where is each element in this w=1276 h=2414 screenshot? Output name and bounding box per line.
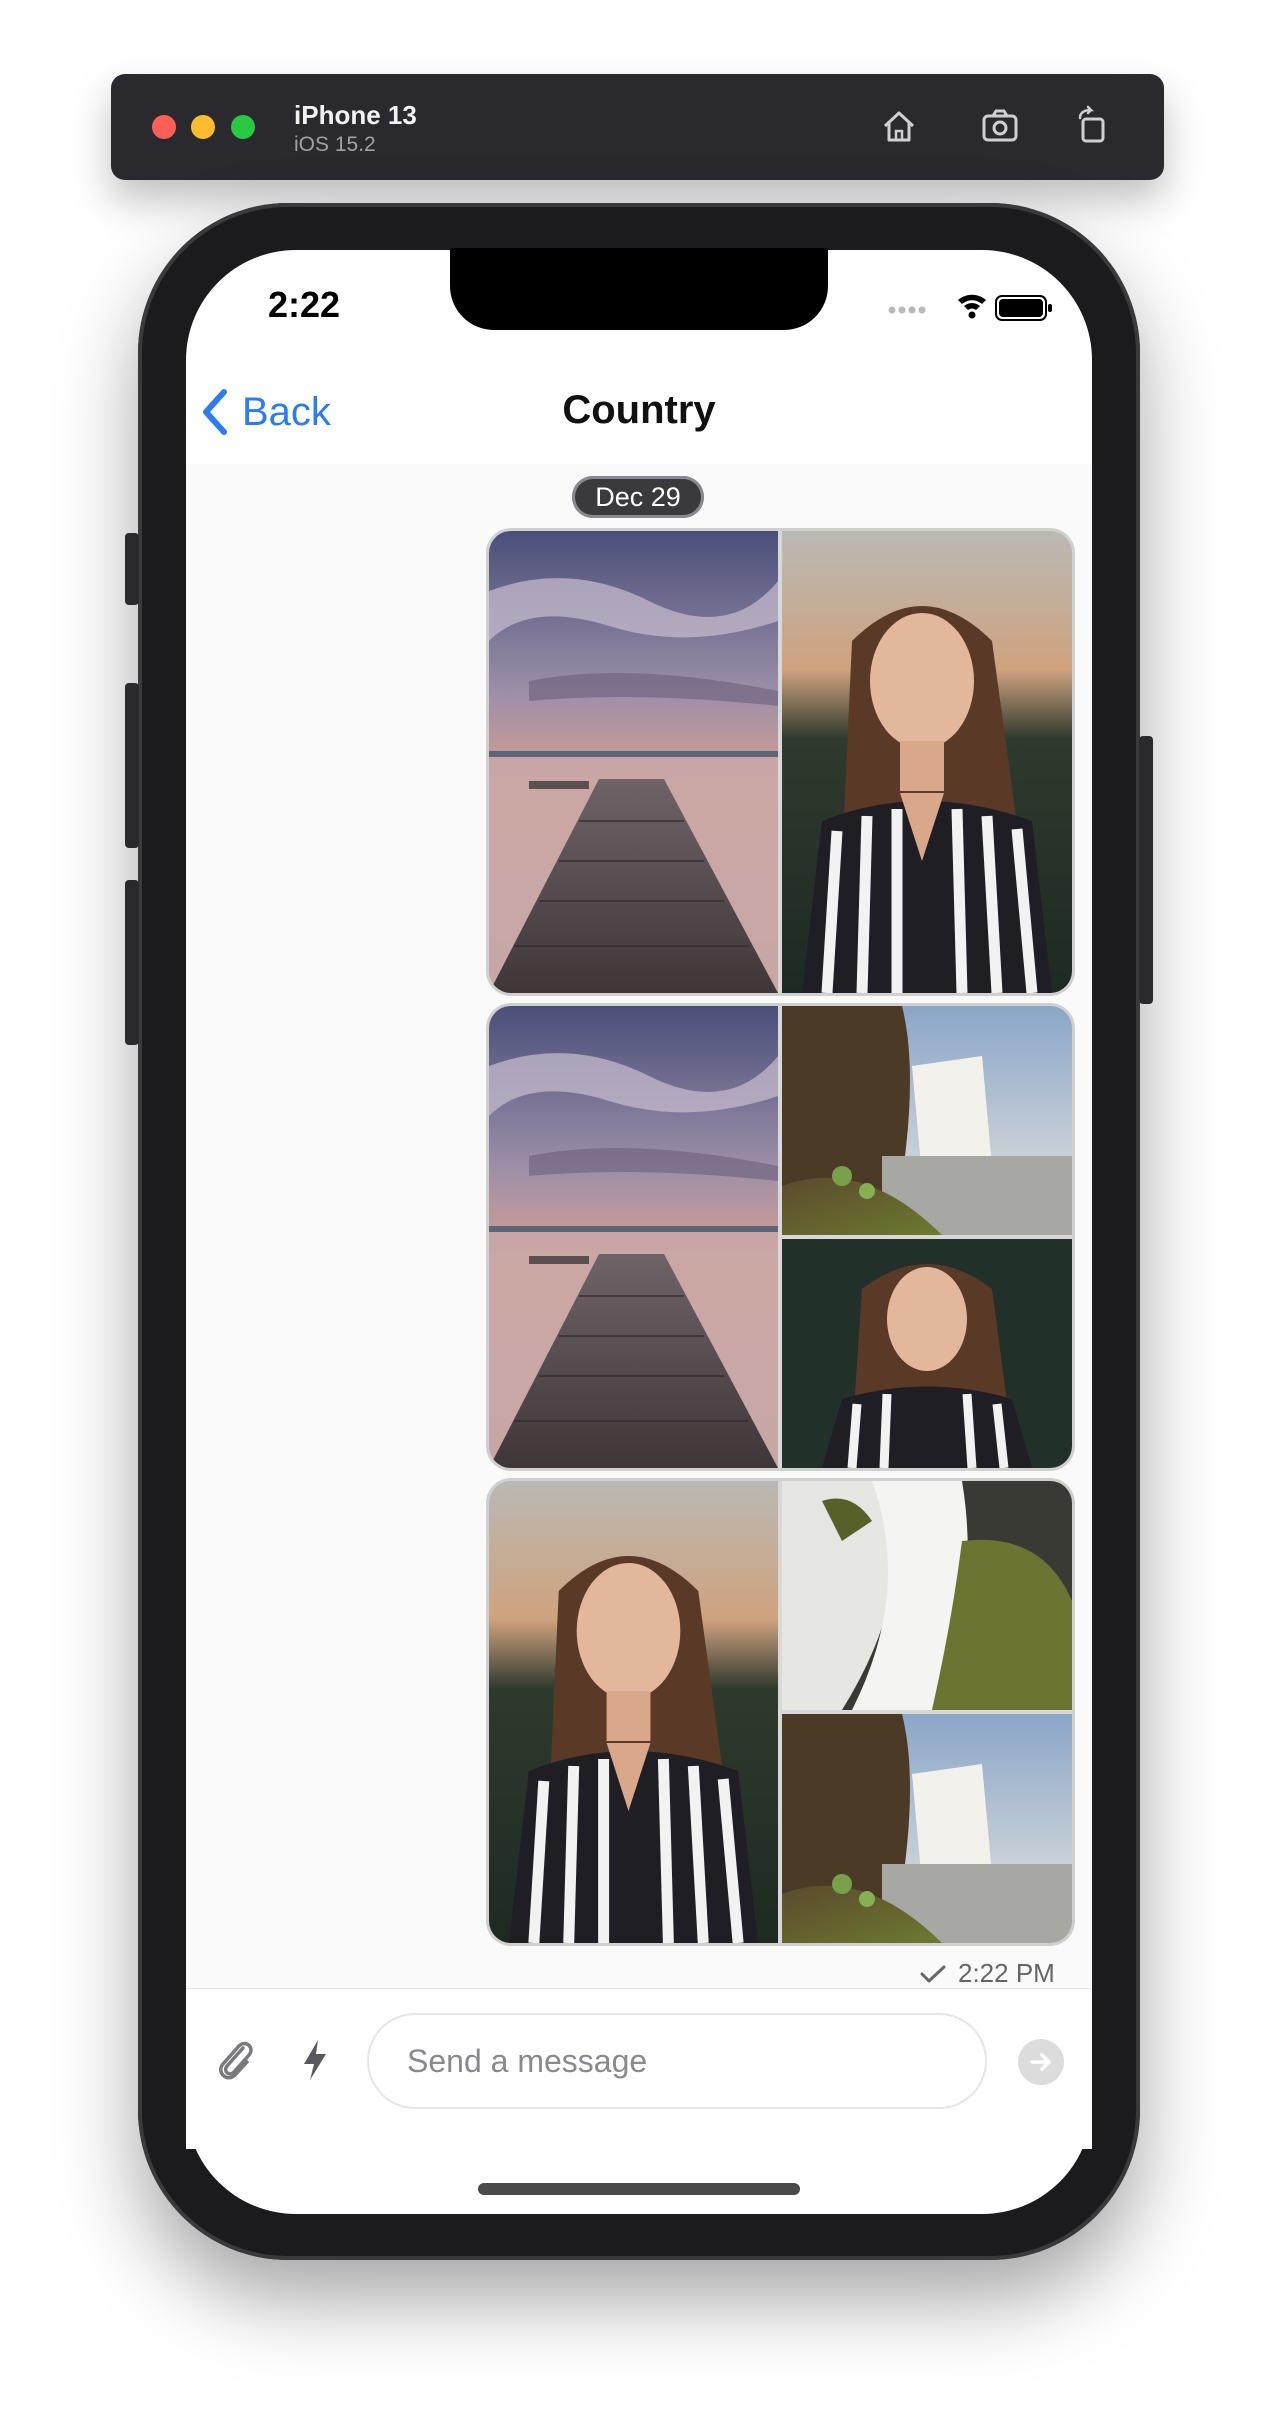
waterfall-cliff-image[interactable] <box>782 1006 1072 1235</box>
pier-sunset-image[interactable] <box>489 1006 778 1468</box>
volume-up-button <box>125 683 139 848</box>
portrait-woman-image[interactable] <box>489 1481 778 1943</box>
status-icons <box>886 290 1056 331</box>
waterfall-closeup-image[interactable] <box>782 1481 1072 1710</box>
simulator-device-name: iPhone 13 <box>294 100 417 130</box>
attachment-icon[interactable] <box>213 2036 257 2086</box>
image-message[interactable] <box>489 1006 1072 1468</box>
notch <box>450 248 828 330</box>
signal-icon <box>888 306 926 314</box>
screenshot-icon[interactable] <box>978 104 1022 148</box>
simulator-os-version: iOS 15.2 <box>294 133 376 156</box>
message-input[interactable] <box>367 2013 987 2109</box>
image-message[interactable] <box>489 531 1072 993</box>
portrait-woman-image[interactable] <box>782 1239 1072 1468</box>
page-title: Country <box>562 388 716 432</box>
image-message[interactable] <box>489 1481 1072 1943</box>
checkmark-icon <box>920 1965 946 1982</box>
rotate-icon[interactable] <box>1071 104 1115 148</box>
status-time: 2:22 <box>268 284 341 325</box>
mute-switch <box>125 533 139 605</box>
arrow-right-icon <box>1030 2053 1051 2071</box>
send-button[interactable] <box>1018 2039 1064 2085</box>
home-icon[interactable] <box>877 104 921 148</box>
lightning-icon[interactable] <box>300 2038 330 2082</box>
volume-down-button <box>125 880 139 1045</box>
wifi-icon <box>958 294 986 319</box>
pier-sunset-image[interactable] <box>489 531 778 993</box>
date-separator: Dec 29 <box>572 476 704 518</box>
power-button <box>1139 736 1153 1004</box>
home-indicator[interactable] <box>478 2183 800 2195</box>
battery-icon <box>995 295 1052 321</box>
portrait-woman-image[interactable] <box>782 531 1072 993</box>
minimize-window-button[interactable] <box>191 115 215 139</box>
close-window-button[interactable] <box>152 115 176 139</box>
waterfall-cliff-image[interactable] <box>782 1714 1072 1943</box>
message-timestamp: 2:22 PM <box>920 1958 1055 1989</box>
zoom-window-button[interactable] <box>231 115 255 139</box>
message-time: 2:22 PM <box>958 1958 1055 1988</box>
